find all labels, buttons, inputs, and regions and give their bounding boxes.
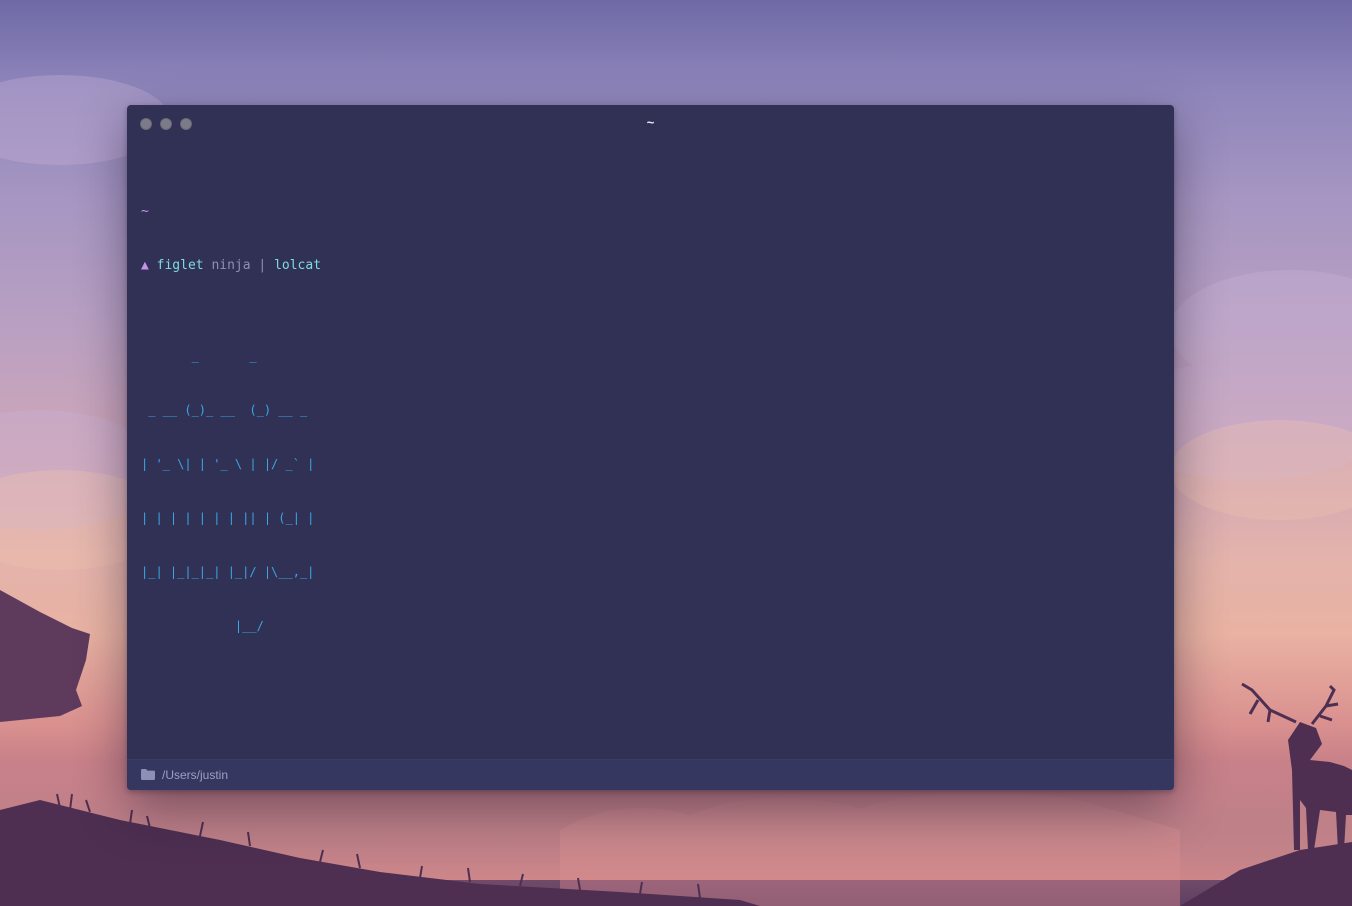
pipe-target-command: lolcat <box>274 258 322 273</box>
window-title: ~ <box>646 115 655 130</box>
figlet-line: _ __ (_)_ __ (_) __ _ <box>141 403 308 417</box>
figlet-line: |_| |_|_|_| |_|/ |\__,_| <box>141 565 315 579</box>
prompt-directory: ~ <box>141 203 1151 221</box>
pipe-symbol: | <box>258 258 267 273</box>
title-bar[interactable]: ~ <box>127 105 1174 143</box>
command-line: ▲ figlet ninja | lolcat <box>141 257 1151 275</box>
figlet-line: _ _ <box>141 349 257 363</box>
command-text: figlet <box>156 258 204 273</box>
current-path: /Users/justin <box>162 768 229 782</box>
figlet-line: |__/ <box>141 619 264 633</box>
status-bar: /Users/justin <box>127 759 1174 790</box>
terminal-output[interactable]: ~ ▲ figlet ninja | lolcat _ _ _ __ (_)_ … <box>141 167 1151 790</box>
figlet-ascii-art: _ _ _ __ (_)_ __ (_) __ _ | '_ \| | '_ \… <box>141 311 1151 671</box>
figlet-line: | | | | | | | || | (_| | <box>141 511 315 525</box>
folder-icon <box>141 769 155 780</box>
prompt-dir-text: ~ <box>141 204 149 219</box>
figlet-line: | '_ \| | '_ \ | |/ _` | <box>141 457 315 471</box>
command-argument: ninja <box>211 258 251 273</box>
terminal-window[interactable]: ~ ~ ▲ figlet ninja | lolcat _ _ _ __ (_)… <box>127 105 1174 790</box>
prompt-icon: ▲ <box>141 258 149 273</box>
left-cliff <box>0 590 90 722</box>
